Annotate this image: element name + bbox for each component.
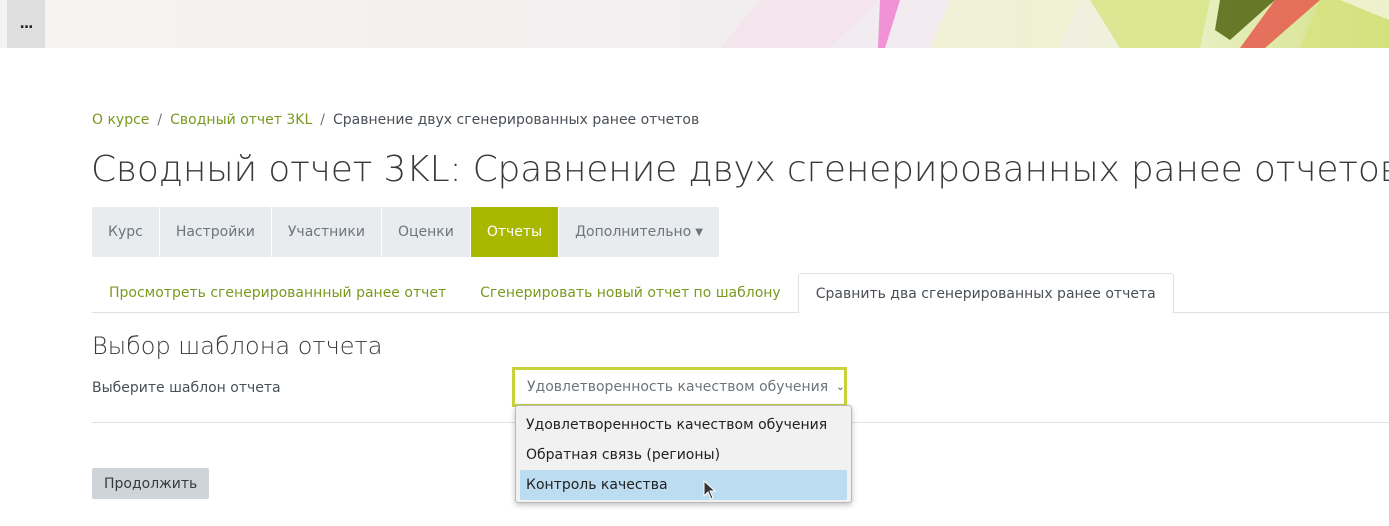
- breadcrumb-separator: /: [157, 112, 163, 128]
- template-dropdown-list: Удовлетворенность качеством обучения Обр…: [515, 405, 852, 503]
- nav-item-settings[interactable]: Настройки: [160, 207, 272, 257]
- menu-toggle-button[interactable]: ...: [7, 0, 45, 48]
- chevron-down-icon: ▼: [695, 226, 703, 238]
- breadcrumb-link-course[interactable]: О курсе: [92, 112, 149, 128]
- tab-compare-reports[interactable]: Сравнить два сгенерированных ранее отчет…: [797, 273, 1174, 314]
- breadcrumb-separator: /: [320, 112, 325, 128]
- breadcrumb: О курсе / Сводный отчет 3KL / Сравнение двух…: [92, 110, 699, 130]
- page-title: Сводный отчет 3KL: Сравнение двух сгенер…: [91, 149, 1389, 190]
- breadcrumb-link-report[interactable]: Сводный отчет 3KL: [170, 112, 312, 128]
- nav-item-more-label: Дополнительно: [575, 224, 692, 240]
- tab-generate-report[interactable]: Сгенерировать новый отчет по шаблону: [463, 273, 798, 313]
- banner-decoration: [720, 0, 1389, 48]
- template-field-label: Выберите шаблон отчета: [92, 380, 281, 396]
- nav-item-course[interactable]: Курс: [92, 207, 160, 257]
- nav-item-participants[interactable]: Участники: [272, 207, 382, 257]
- continue-button[interactable]: Продолжить: [92, 468, 210, 499]
- dropdown-option[interactable]: Обратная связь (регионы): [520, 440, 847, 470]
- template-select-value: Удовлетворенность качеством обучения: [527, 379, 829, 395]
- breadcrumb-current: Сравнение двух сгенерированных ранее отч…: [333, 112, 700, 128]
- report-tabs: Просмотреть сгенерированнный ранее отчет…: [92, 273, 1389, 314]
- header-banner: [0, 0, 1389, 48]
- nav-item-more[interactable]: Дополнительно ▼: [559, 207, 719, 257]
- dropdown-option-highlighted[interactable]: Контроль качества: [520, 470, 847, 500]
- course-nav: Курс Настройки Участники Оценки Отчеты Д…: [92, 207, 719, 257]
- section-title: Выбор шаблона отчета: [92, 332, 383, 360]
- nav-item-reports[interactable]: Отчеты: [470, 207, 560, 257]
- dropdown-option[interactable]: Удовлетворенность качеством обучения: [520, 410, 847, 440]
- more-icon: ...: [19, 16, 34, 32]
- nav-item-grades[interactable]: Оценки: [382, 207, 471, 257]
- mouse-cursor-icon: [703, 480, 717, 500]
- chevron-down-icon: ⌄: [836, 381, 845, 393]
- template-select[interactable]: Удовлетворенность качеством обучения ⌄: [512, 367, 847, 407]
- tab-view-report[interactable]: Просмотреть сгенерированнный ранее отчет: [92, 273, 463, 313]
